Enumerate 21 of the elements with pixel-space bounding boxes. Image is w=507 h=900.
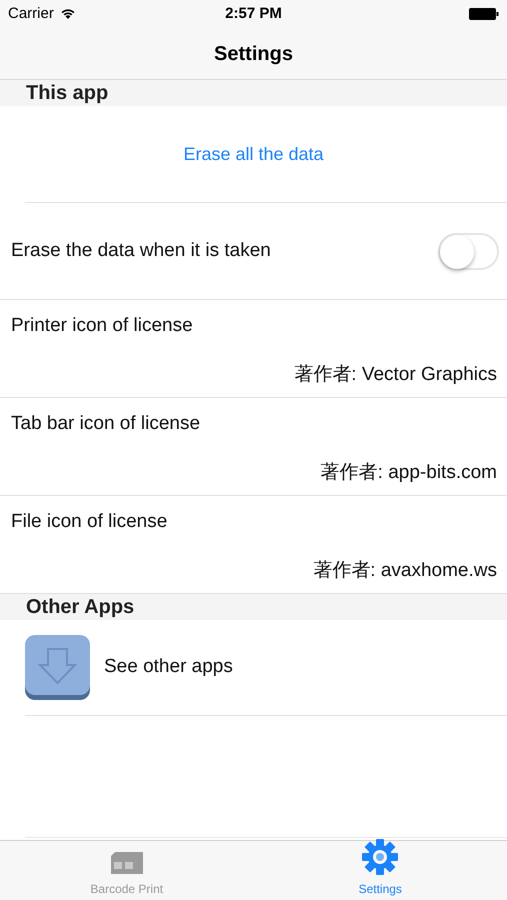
nav-title: Settings	[214, 42, 293, 66]
license-title: File icon of license	[11, 510, 168, 534]
carrier-label: Carrier	[8, 4, 54, 24]
license-title: Tab bar icon of license	[11, 412, 202, 436]
other-apps-link[interactable]: See other apps	[104, 653, 233, 682]
printer-icon	[110, 850, 143, 876]
battery-icon	[469, 8, 499, 20]
tab-button[interactable]: Settings	[254, 841, 507, 900]
wifi-icon	[60, 8, 76, 20]
setting-label: Erase the data when it is taken	[11, 238, 271, 263]
download-app-icon	[25, 635, 90, 700]
license-title: Printer icon of license	[11, 314, 194, 338]
erase-data-button[interactable]: Erase all the data	[183, 140, 324, 168]
tab-button[interactable]: Barcode Print	[0, 841, 254, 900]
license-author: 著作者: app-bits.com	[320, 460, 497, 484]
license-author: 著作者: avaxhome.ws	[313, 558, 497, 582]
toggle-switch[interactable]	[438, 232, 499, 270]
clock-time: 2:57 PM	[225, 4, 282, 24]
license-author: 著作者: Vector Graphics	[294, 362, 497, 386]
section-header: This app	[26, 81, 108, 106]
section-header: Other Apps	[26, 595, 134, 620]
